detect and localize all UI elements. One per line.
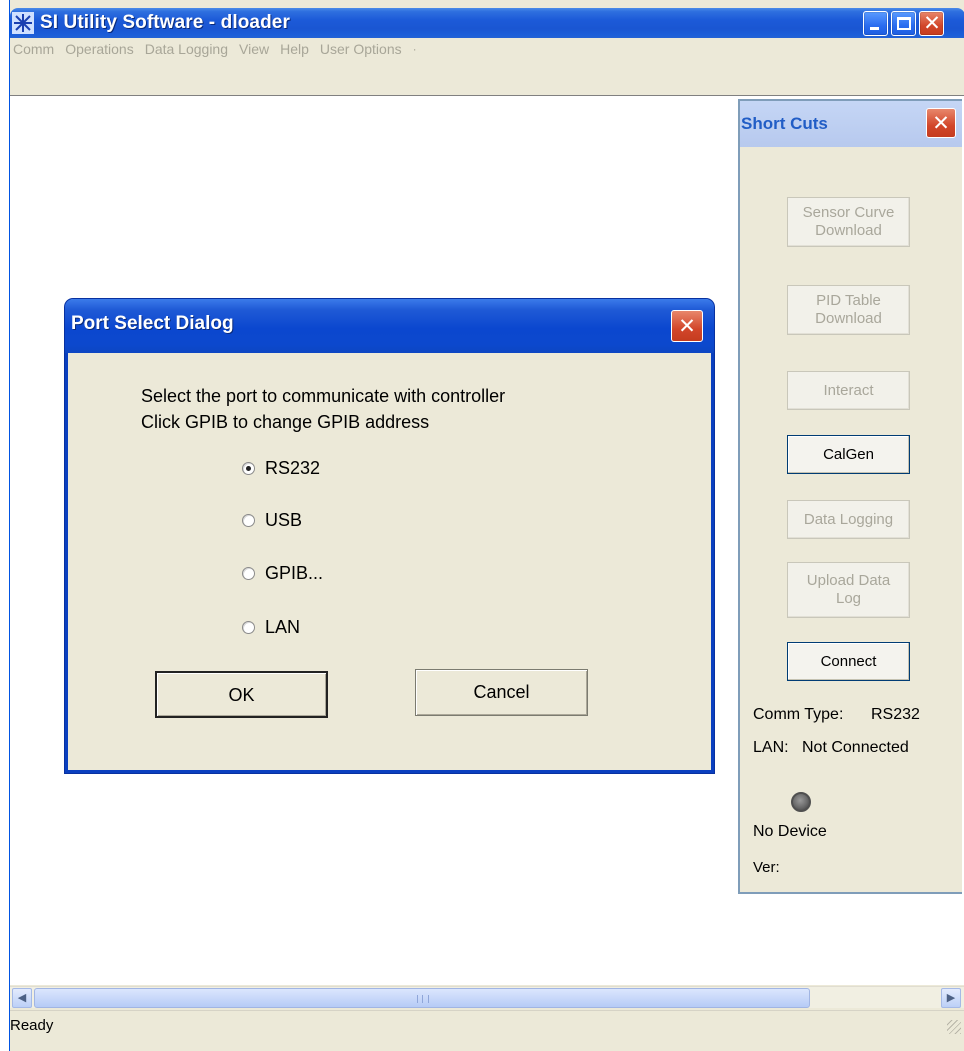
- chevron-left-icon: ◀: [17, 992, 27, 1004]
- minimize-icon: [870, 27, 879, 30]
- status-text: Ready: [10, 1017, 54, 1034]
- radio-option-gpib[interactable]: GPIB...: [242, 560, 323, 586]
- maximize-button[interactable]: [891, 11, 916, 36]
- radio-label: LAN: [265, 616, 301, 637]
- dialog-message-line1: Select the port to communicate with cont…: [141, 386, 506, 406]
- button-label-line1: Upload Data: [806, 572, 891, 589]
- window-titlebar[interactable]: SI Utility Software - dloader ✕: [10, 8, 964, 38]
- dialog-titlebar[interactable]: Port Select Dialog ✕: [65, 299, 714, 353]
- scroll-right-button[interactable]: ▶: [941, 988, 961, 1008]
- horizontal-scrollbar[interactable]: ◀ ▶: [10, 986, 964, 1008]
- dialog-message-line2: Click GPIB to change GPIB address: [141, 412, 430, 432]
- window-title: SI Utility Software - dloader: [40, 12, 290, 33]
- shortcuts-title: Short Cuts: [741, 114, 828, 133]
- menu-view[interactable]: View: [239, 41, 269, 57]
- menu-operations[interactable]: Operations: [65, 41, 133, 57]
- comm-type-value: RS232: [871, 706, 920, 723]
- menu-comm[interactable]: Comm: [13, 41, 54, 57]
- chevron-right-icon: ▶: [946, 992, 956, 1004]
- pid-table-download-button[interactable]: PID Table Download: [787, 285, 910, 335]
- radio-button[interactable]: [242, 513, 255, 527]
- scroll-left-button[interactable]: ◀: [12, 988, 32, 1008]
- sensor-curve-download-button[interactable]: Sensor Curve Download: [787, 197, 910, 247]
- minimize-button[interactable]: [863, 11, 888, 36]
- lan-status-value: Not Connected: [802, 739, 909, 756]
- button-label-line2: Log: [835, 590, 862, 607]
- menu-help[interactable]: Help: [280, 41, 309, 57]
- scrollbar-thumb[interactable]: [34, 988, 810, 1008]
- interact-button[interactable]: Interact: [787, 371, 910, 410]
- toolbar-area: [10, 60, 964, 95]
- connect-button[interactable]: Connect: [787, 642, 910, 681]
- upload-data-log-button[interactable]: Upload Data Log: [787, 562, 910, 618]
- calgen-button[interactable]: CalGen: [787, 435, 910, 474]
- close-icon: ✕: [923, 11, 941, 35]
- close-icon: ✕: [678, 314, 696, 338]
- radio-option-usb[interactable]: USB: [242, 507, 302, 533]
- radio-button[interactable]: [242, 620, 255, 634]
- shortcuts-panel: Short Cuts ✕ Sensor Curve Download PID T…: [738, 99, 962, 894]
- cancel-button[interactable]: Cancel: [415, 669, 588, 716]
- button-label-line2: Download: [815, 222, 882, 239]
- menu-bar: Comm Operations Data Logging View Help U…: [10, 38, 964, 60]
- radio-label: USB: [265, 509, 303, 530]
- close-icon: ✕: [932, 111, 950, 135]
- device-status-led-icon: [791, 792, 811, 812]
- radio-label: RS232: [265, 457, 321, 478]
- comm-type-label: Comm Type:: [753, 706, 844, 723]
- menu-user-options[interactable]: User Options: [320, 41, 402, 57]
- lan-label: LAN:: [753, 739, 789, 756]
- button-label-line2: Download: [815, 310, 882, 327]
- shortcuts-titlebar[interactable]: Short Cuts ✕: [740, 101, 962, 147]
- ok-button[interactable]: OK: [155, 671, 328, 718]
- radio-option-rs232[interactable]: RS232: [242, 455, 320, 481]
- app-snowflake-icon: [12, 12, 34, 34]
- radio-label: GPIB...: [265, 562, 324, 583]
- close-button[interactable]: ✕: [919, 11, 944, 36]
- dialog-close-button[interactable]: ✕: [671, 310, 703, 342]
- data-logging-button[interactable]: Data Logging: [787, 500, 910, 539]
- dialog-title: Port Select Dialog: [71, 313, 234, 334]
- menu-separator: ·: [412, 42, 417, 56]
- status-bar: Ready: [10, 1010, 964, 1040]
- button-label-line1: PID Table: [816, 292, 881, 309]
- device-status-text: No Device: [753, 823, 827, 840]
- menu-data-logging[interactable]: Data Logging: [145, 41, 228, 57]
- resize-grip-icon[interactable]: [947, 1020, 961, 1034]
- port-select-dialog: Port Select Dialog ✕ Select the port to …: [65, 299, 714, 773]
- maximize-icon: [897, 17, 911, 30]
- button-label-line1: Sensor Curve: [802, 204, 895, 221]
- radio-option-lan[interactable]: LAN: [242, 614, 300, 640]
- version-label: Ver:: [753, 859, 780, 876]
- shortcuts-close-button[interactable]: ✕: [926, 108, 956, 138]
- grip-icon: [417, 995, 429, 1003]
- radio-button[interactable]: [242, 566, 255, 580]
- radio-button[interactable]: [242, 461, 255, 475]
